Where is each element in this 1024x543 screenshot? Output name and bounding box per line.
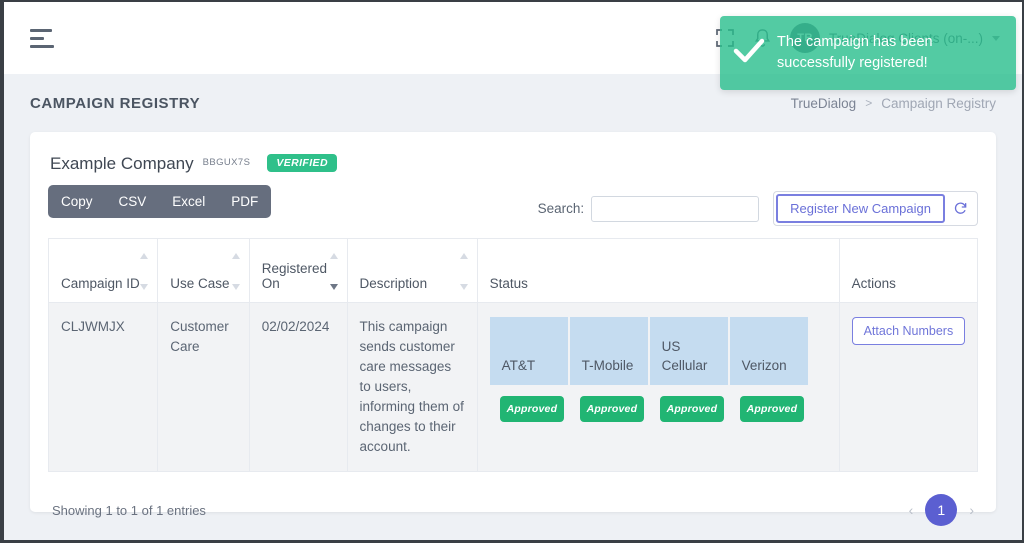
sort-asc-icon [231, 253, 240, 259]
search-group: Search: [537, 195, 760, 222]
card-header: Example Company BBGUX7S VERIFIED [48, 150, 978, 175]
cell-registered-on: 02/02/2024 [248, 302, 348, 472]
search-input[interactable] [591, 195, 760, 222]
pagination-previous-button[interactable]: ‹ [909, 502, 914, 518]
hamburger-menu-icon[interactable] [30, 28, 56, 48]
breadcrumb: TrueDialog > Campaign Registry [791, 96, 996, 111]
pagination: ‹ 1 › [909, 494, 974, 526]
sort-desc-icon [140, 284, 149, 290]
status-badge: Approved [659, 396, 725, 422]
table-footer: Showing 1 to 1 of 1 entries ‹ 1 › [48, 472, 978, 532]
cell-use-case: Customer Care [157, 302, 250, 472]
sort-arrows-icon[interactable] [329, 253, 339, 290]
sort-asc-icon [329, 253, 338, 259]
verified-status-badge: VERIFIED [267, 154, 337, 172]
register-new-campaign-button[interactable]: Register New Campaign [776, 194, 945, 223]
sort-desc-icon [459, 284, 468, 290]
company-code: BBGUX7S [202, 157, 251, 168]
cell-actions: Attach Numbers [838, 302, 979, 472]
carrier-name-verizon: Verizon [729, 317, 810, 385]
pdf-button[interactable]: PDF [218, 185, 271, 218]
carrier-status-grid: AT&T Approved T-Mobile Approved US Cellu… [489, 317, 827, 434]
sort-desc-icon [231, 284, 240, 290]
copy-button[interactable]: Copy [48, 185, 106, 218]
status-badge: Approved [579, 396, 645, 422]
column-label: Campaign ID [61, 276, 140, 291]
column-label: Registered On [261, 261, 328, 291]
carrier-status-att: Approved [490, 385, 570, 434]
sort-arrows-icon[interactable] [140, 253, 149, 290]
carrier-status-verizon: Approved [730, 385, 810, 434]
toolbar-right-group: Search: Register New Campaign [538, 185, 978, 226]
campaign-registry-card: Example Company BBGUX7S VERIFIED Copy CS… [30, 132, 996, 526]
breadcrumb-separator-icon: > [865, 96, 873, 110]
carrier-status-uscellular: Approved [650, 385, 730, 434]
carrier-column-uscellular: US Cellular Approved [649, 317, 730, 434]
table-toolbar: Copy CSV Excel PDF Search: Register New … [48, 185, 978, 226]
page-title: CAMPAIGN REGISTRY [30, 94, 201, 112]
column-label: Description [359, 276, 428, 291]
sort-arrows-icon[interactable] [231, 253, 241, 290]
column-header-campaign-id[interactable]: Campaign ID [47, 238, 159, 303]
check-icon [732, 36, 766, 71]
column-label: Use Case [170, 276, 230, 291]
cell-campaign-id: CLJWMJX [47, 302, 159, 472]
carrier-column-verizon: Verizon Approved [729, 317, 810, 434]
carrier-name-att: AT&T [489, 317, 570, 385]
carrier-status-tmobile: Approved [570, 385, 650, 434]
carrier-name-tmobile: T-Mobile [569, 317, 650, 385]
register-button-group: Register New Campaign [773, 191, 978, 226]
column-header-status: Status [476, 238, 840, 303]
refresh-icon[interactable] [945, 194, 975, 223]
entries-info: Showing 1 to 1 of 1 entries [52, 502, 206, 518]
column-header-actions: Actions [838, 238, 979, 303]
company-name: Example Company [50, 154, 194, 173]
sort-asc-icon [459, 253, 468, 259]
status-badge: Approved [499, 396, 565, 422]
column-header-description[interactable]: Description [346, 238, 478, 303]
search-label: Search: [537, 201, 585, 216]
sort-arrows-icon[interactable] [459, 253, 469, 290]
sort-asc-icon [140, 253, 149, 259]
csv-button[interactable]: CSV [106, 185, 160, 218]
carrier-name-uscellular: US Cellular [649, 317, 730, 385]
export-button-group: Copy CSV Excel PDF [48, 185, 272, 218]
excel-button[interactable]: Excel [159, 185, 218, 218]
success-toast[interactable]: The campaign has been successfully regis… [720, 16, 1016, 90]
sort-desc-icon [329, 284, 338, 290]
carrier-column-att: AT&T Approved [489, 317, 570, 434]
cell-description: This campaign sends customer care messag… [346, 302, 478, 472]
status-badge: Approved [739, 396, 805, 422]
column-label: Actions [851, 276, 896, 291]
breadcrumb-current: Campaign Registry [881, 95, 996, 111]
pagination-page-1[interactable]: 1 [925, 494, 958, 526]
campaign-registry-table: Campaign ID Use Case Registered On Descr… [47, 238, 979, 472]
cell-status: AT&T Approved T-Mobile Approved US Cellu… [476, 302, 840, 472]
hamburger-line-2 [30, 36, 44, 40]
column-header-use-case[interactable]: Use Case [157, 238, 250, 303]
column-label: Status [489, 276, 528, 291]
breadcrumb-root[interactable]: TrueDialog [791, 96, 857, 111]
table-row: CLJWMJX Customer Care 02/02/2024 This ca… [47, 302, 979, 472]
toast-message: The campaign has been successfully regis… [777, 34, 933, 71]
pagination-next-button[interactable]: › [969, 502, 974, 518]
table-header-row: Campaign ID Use Case Registered On Descr… [47, 238, 979, 303]
carrier-column-tmobile: T-Mobile Approved [569, 317, 650, 434]
hamburger-line-3 [30, 44, 54, 48]
column-header-registered-on[interactable]: Registered On [248, 238, 348, 303]
hamburger-line-1 [30, 28, 52, 32]
attach-numbers-button[interactable]: Attach Numbers [851, 317, 966, 345]
